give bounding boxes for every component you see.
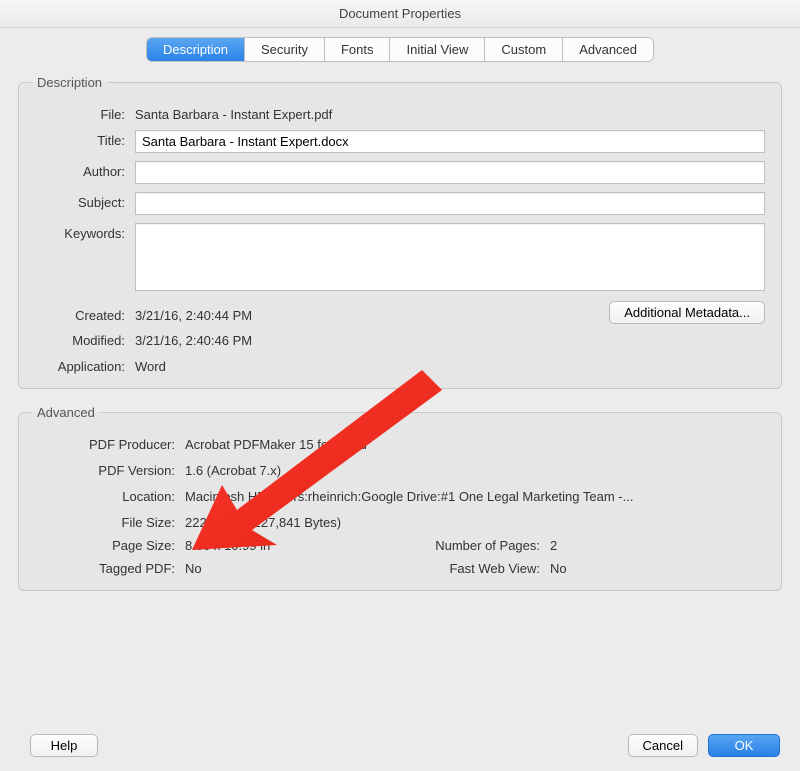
dialog-button-bar: Help Cancel OK xyxy=(20,734,780,757)
help-button[interactable]: Help xyxy=(30,734,98,757)
created-label: Created: xyxy=(35,305,135,323)
pdf-version-label: PDF Version: xyxy=(35,460,185,478)
tab-initial-view[interactable]: Initial View xyxy=(389,38,484,61)
page-size-value: 8.50 x 10.99 in xyxy=(185,538,270,553)
pdf-producer-label: PDF Producer: xyxy=(35,434,185,452)
tagged-pdf-label: Tagged PDF: xyxy=(35,561,185,576)
tagged-pdf-value: No xyxy=(185,561,202,576)
cancel-button[interactable]: Cancel xyxy=(628,734,698,757)
advanced-legend: Advanced xyxy=(31,405,101,420)
subject-label: Subject: xyxy=(35,192,135,210)
title-input[interactable] xyxy=(135,130,765,153)
description-group: Description File: Santa Barbara - Instan… xyxy=(18,75,782,389)
location-label: Location: xyxy=(35,486,185,504)
pdf-version-value: 1.6 (Acrobat 7.x) xyxy=(185,460,281,478)
modified-label: Modified: xyxy=(35,330,135,348)
file-label: File: xyxy=(35,104,135,122)
fast-web-view-label: Fast Web View: xyxy=(400,561,550,576)
num-pages-value: 2 xyxy=(550,538,557,553)
application-label: Application: xyxy=(35,356,135,374)
window-title: Document Properties xyxy=(0,0,800,28)
created-value: 3/21/16, 2:40:44 PM xyxy=(135,305,252,323)
description-legend: Description xyxy=(31,75,108,90)
ok-button[interactable]: OK xyxy=(708,734,780,757)
num-pages-label: Number of Pages: xyxy=(400,538,550,553)
modified-value: 3/21/16, 2:40:46 PM xyxy=(135,330,252,348)
tab-custom[interactable]: Custom xyxy=(484,38,562,61)
fast-web-view-value: No xyxy=(550,561,567,576)
application-value: Word xyxy=(135,356,166,374)
tab-bar: Description Security Fonts Initial View … xyxy=(0,28,800,75)
tab-advanced[interactable]: Advanced xyxy=(562,38,653,61)
keywords-label: Keywords: xyxy=(35,223,135,241)
page-size-label: Page Size: xyxy=(35,538,185,553)
author-label: Author: xyxy=(35,161,135,179)
subject-input[interactable] xyxy=(135,192,765,215)
file-value: Santa Barbara - Instant Expert.pdf xyxy=(135,104,332,122)
file-size-label: File Size: xyxy=(35,512,185,530)
tab-fonts[interactable]: Fonts xyxy=(324,38,390,61)
keywords-input[interactable] xyxy=(135,223,765,291)
title-label: Title: xyxy=(35,130,135,148)
pdf-producer-value: Acrobat PDFMaker 15 for Word xyxy=(185,434,367,452)
additional-metadata-button[interactable]: Additional Metadata... xyxy=(609,301,765,324)
advanced-group: Advanced PDF Producer: Acrobat PDFMaker … xyxy=(18,405,782,591)
location-value: Macintosh HD:Users:rheinrich:Google Driv… xyxy=(185,486,633,504)
file-size-value: 222.50 KB (227,841 Bytes) xyxy=(185,512,341,530)
tab-description[interactable]: Description xyxy=(147,38,244,61)
author-input[interactable] xyxy=(135,161,765,184)
tab-security[interactable]: Security xyxy=(244,38,324,61)
